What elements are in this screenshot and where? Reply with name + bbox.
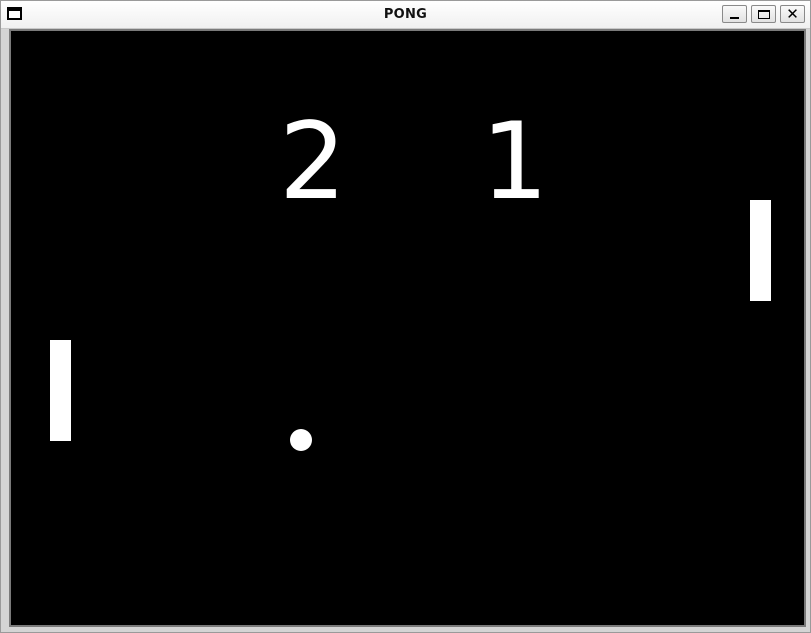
window-title: PONG (383, 7, 428, 22)
title-bar[interactable]: PONG ✕ (1, 1, 810, 29)
right-player-score: 1 (481, 100, 549, 223)
game-canvas[interactable]: 2 1 (9, 29, 806, 627)
ball (290, 429, 312, 451)
left-paddle (50, 340, 71, 441)
close-icon: ✕ (786, 4, 799, 23)
close-button[interactable]: ✕ (780, 5, 805, 23)
maximize-icon (757, 9, 770, 19)
minimize-button[interactable] (722, 5, 747, 23)
game-window: PONG ✕ 2 1 (0, 0, 811, 633)
left-player-score: 2 (279, 100, 347, 223)
maximize-button[interactable] (751, 5, 776, 23)
right-paddle (750, 200, 771, 301)
minimize-icon (730, 16, 739, 19)
